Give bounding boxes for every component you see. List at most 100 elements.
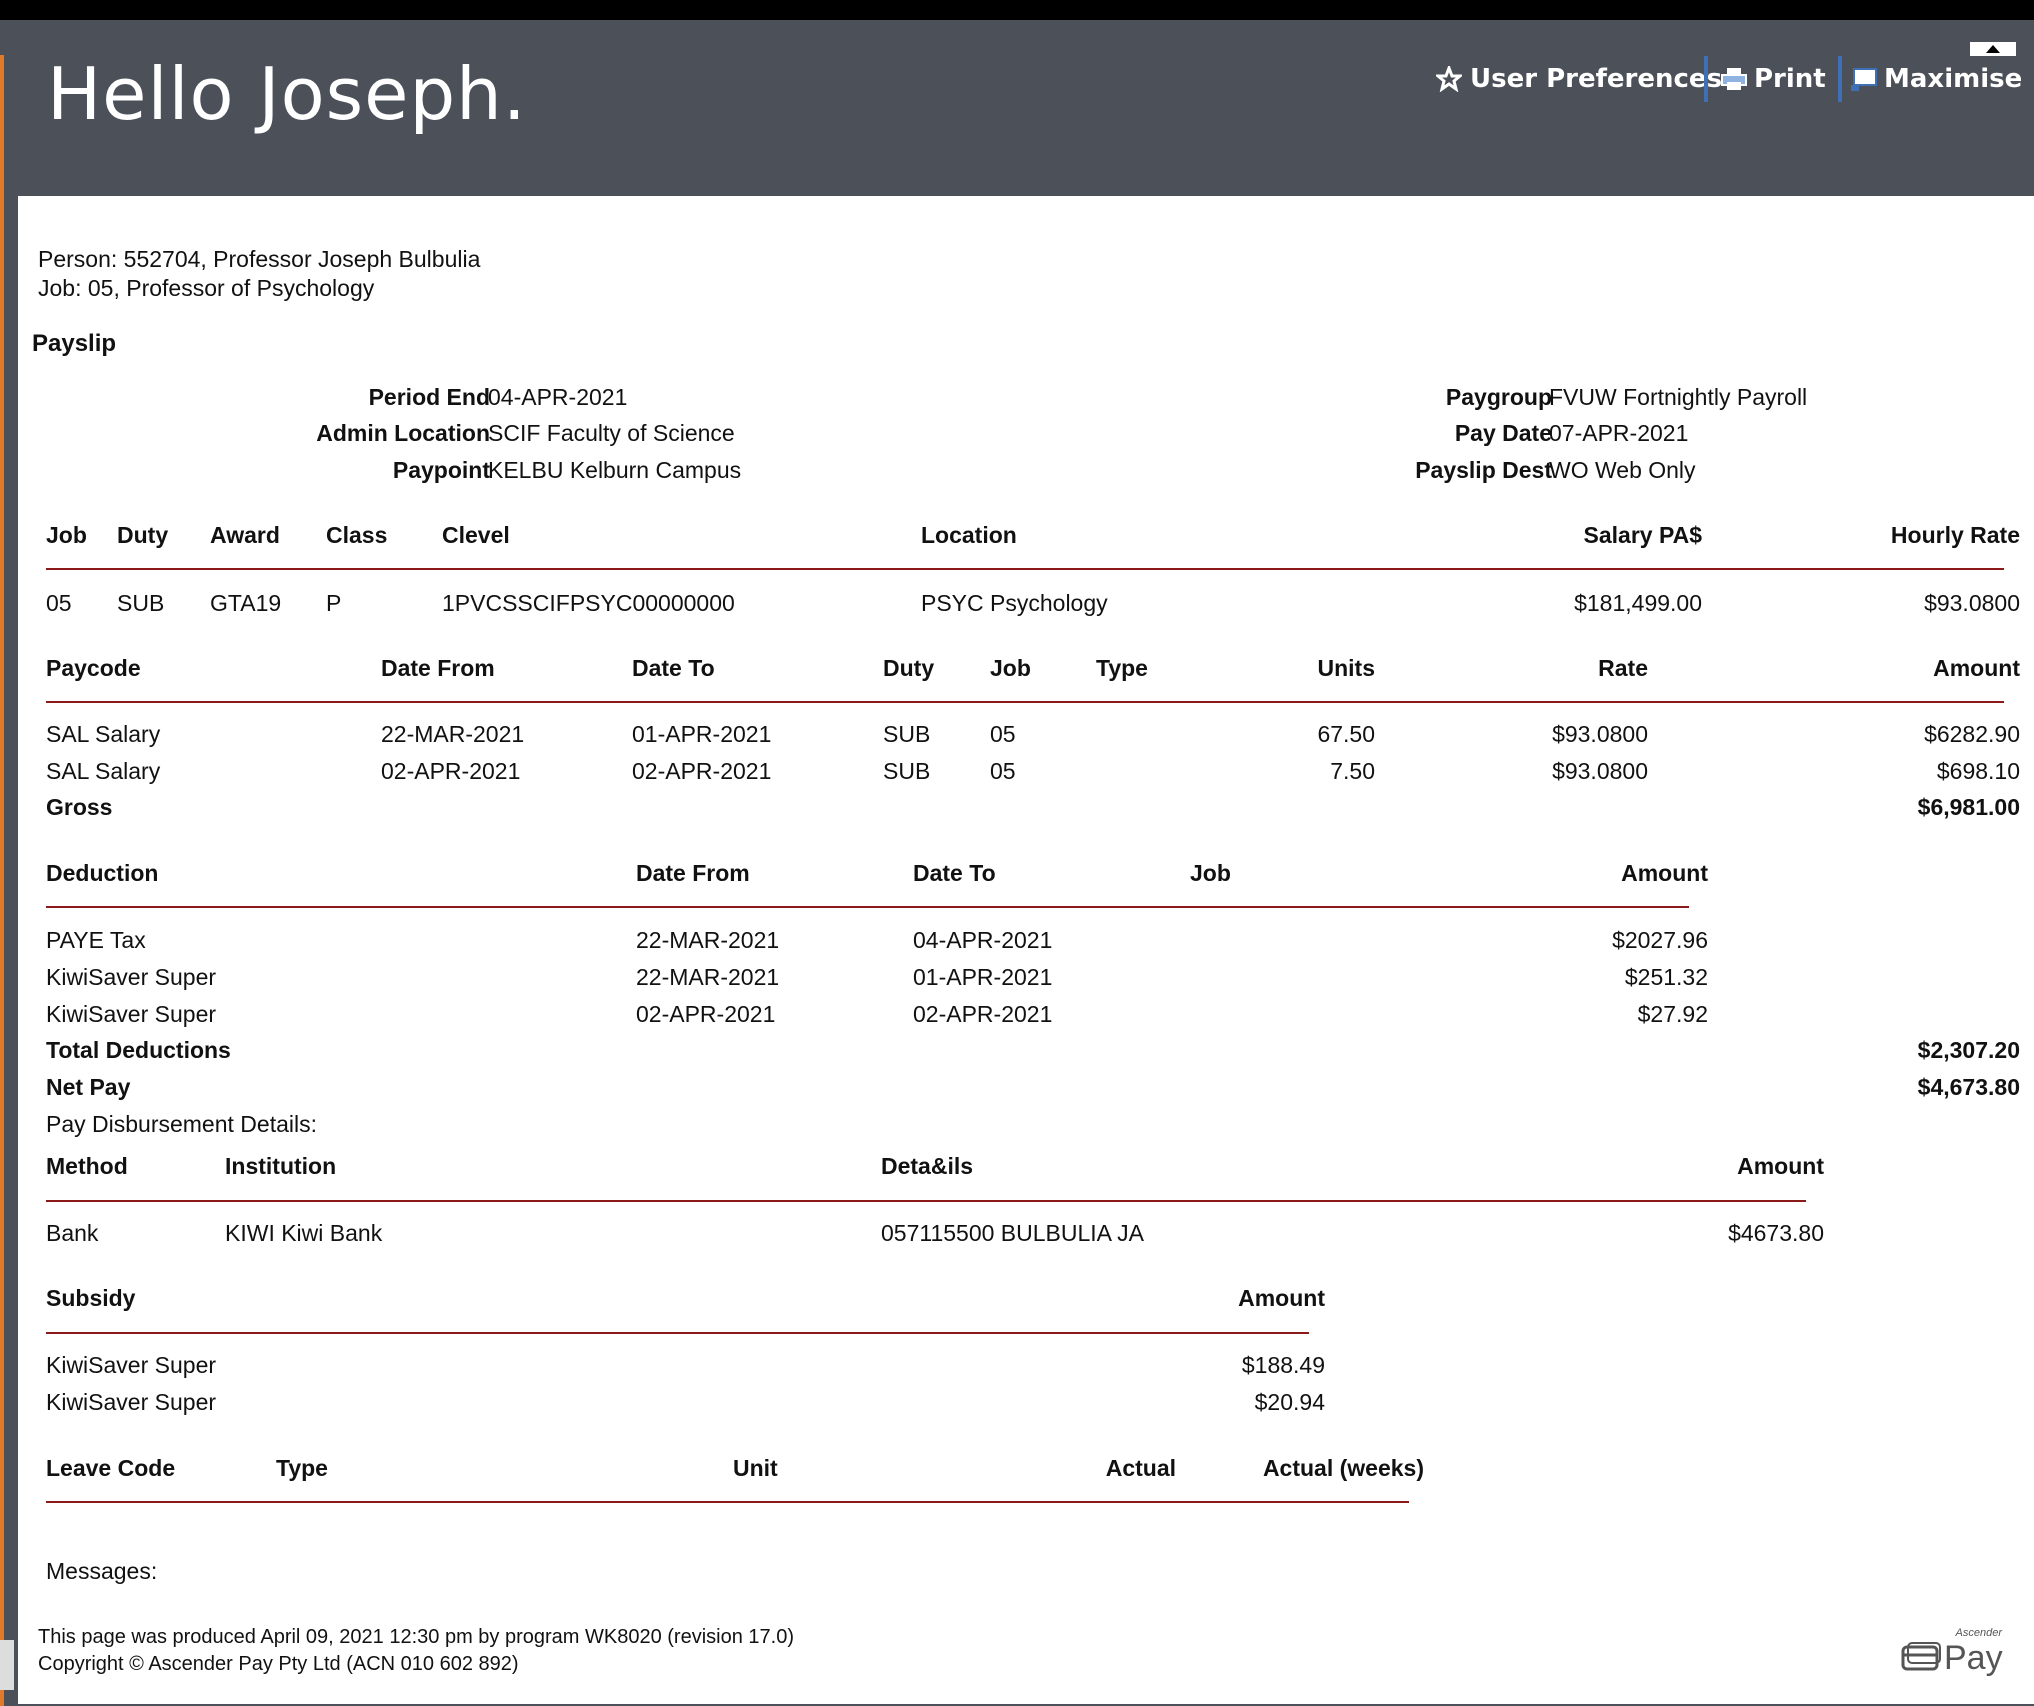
table-cell: SAL Salary (46, 758, 161, 784)
field-value: KELBU Kelburn Campus (488, 457, 742, 483)
table-cell: KiwiSaver Super (46, 1001, 217, 1027)
maximise-link[interactable]: Maximise (1850, 64, 2022, 94)
table-cell: SUB (883, 721, 931, 747)
job-line: Job: 05, Professor of Psychology (38, 275, 375, 301)
table-cell: $93.0800 (1924, 590, 2020, 616)
table-cell: 1PVCSSCIFPSYC00000000 (442, 590, 735, 616)
table-rule (46, 1332, 1309, 1334)
field-value: 07-APR-2021 (1549, 420, 1689, 446)
table-cell: 02-APR-2021 (381, 758, 521, 784)
col-header: Actual (1105, 1455, 1176, 1481)
table-cell: 02-APR-2021 (913, 1001, 1053, 1027)
user-preferences-label: User Preferences (1470, 64, 1723, 94)
table-cell: $27.92 (1637, 1001, 1708, 1027)
col-header: Duty (117, 522, 169, 548)
printer-icon (1720, 66, 1747, 92)
table-cell: P (326, 590, 342, 616)
net-pay-label: Net Pay (46, 1074, 131, 1100)
table-cell: 02-APR-2021 (636, 1001, 776, 1027)
field-value: WO Web Only (1549, 457, 1696, 483)
greeting-title: Hello Joseph. (47, 52, 527, 136)
header-separator (1838, 56, 1842, 102)
table-cell: 01-APR-2021 (632, 721, 772, 747)
table-cell: GTA19 (210, 590, 282, 616)
table-cell: PAYE Tax (46, 927, 146, 953)
col-header: Unit (733, 1455, 778, 1481)
net-pay-value: $4,673.80 (1917, 1074, 2020, 1100)
table-cell: SAL Salary (46, 721, 161, 747)
table-cell: 22-MAR-2021 (636, 964, 780, 990)
logo-big-text: Pay (1944, 1639, 2003, 1677)
col-header: Rate (1598, 655, 1648, 681)
table-cell: $93.0800 (1552, 721, 1648, 747)
table-cell: 01-APR-2021 (913, 964, 1053, 990)
person-line: Person: 552704, Professor Joseph Bulbuli… (38, 246, 481, 272)
table-cell: KIWI Kiwi Bank (225, 1220, 383, 1246)
table-cell: PSYC Psychology (921, 590, 1108, 616)
col-header: Duty (883, 655, 935, 681)
table-cell: 04-APR-2021 (913, 927, 1053, 953)
table-cell: $2027.96 (1612, 927, 1708, 953)
table-cell: $698.10 (1936, 758, 2020, 784)
table-rule (46, 1501, 1409, 1503)
col-header: Clevel (442, 522, 510, 548)
scroll-left-handle[interactable] (0, 1640, 14, 1690)
col-header: Type (276, 1455, 328, 1481)
maximise-label: Maximise (1884, 64, 2023, 94)
table-cell: $251.32 (1624, 964, 1708, 990)
col-header: Job (990, 655, 1031, 681)
gross-value: $6,981.00 (1917, 794, 2020, 820)
table-cell: $93.0800 (1552, 758, 1648, 784)
table-rule (46, 1200, 1806, 1202)
gross-label: Gross (46, 794, 113, 820)
payslip-heading: Payslip (32, 330, 117, 357)
table-cell: SUB (883, 758, 931, 784)
total-deductions-value: $2,307.20 (1917, 1037, 2020, 1063)
col-header: Class (326, 522, 388, 548)
table-cell: $181,499.00 (1574, 590, 1702, 616)
col-header: Salary PA$ (1583, 522, 1702, 548)
col-header: Amount (1621, 860, 1708, 886)
table-rule (46, 568, 2004, 570)
table-cell: Bank (46, 1220, 99, 1246)
table-cell: SUB (117, 590, 165, 616)
col-header: Job (1190, 860, 1231, 886)
maximise-icon (1850, 66, 1877, 92)
col-header: Amount (1238, 1285, 1325, 1311)
table-cell: 02-APR-2021 (632, 758, 772, 784)
collapse-header-button[interactable] (1970, 42, 2016, 56)
field-label: Admin Location (316, 420, 490, 446)
table-cell: 7.50 (1330, 758, 1375, 784)
star-icon (1433, 63, 1465, 93)
col-header: Institution (225, 1153, 337, 1179)
disbursement-title: Pay Disbursement Details: (46, 1111, 317, 1137)
col-header: Leave Code (46, 1455, 176, 1481)
messages-label: Messages: (46, 1558, 158, 1584)
table-cell: 67.50 (1317, 721, 1375, 747)
footer-produced: This page was produced April 09, 2021 12… (38, 1626, 794, 1648)
print-link[interactable]: Print (1720, 64, 1826, 94)
footer-copyright: Copyright © Ascender Pay Pty Ltd (ACN 01… (38, 1653, 519, 1675)
table-cell: 057115500 BULBULIA JA (881, 1220, 1144, 1246)
field-value: FVUW Fortnightly Payroll (1549, 384, 1808, 410)
user-preferences-link[interactable]: User Preferences (1433, 63, 1723, 94)
col-header: Deduction (46, 860, 159, 886)
window-edge (0, 55, 4, 1706)
col-header: Date From (636, 860, 750, 886)
table-cell: 22-MAR-2021 (381, 721, 525, 747)
table-cell: KiwiSaver Super (46, 1352, 217, 1378)
col-header: Amount (1737, 1153, 1824, 1179)
ascender-pay-logo: Ascender Pay (1900, 1625, 2010, 1680)
col-header: Actual (weeks) (1262, 1455, 1424, 1481)
col-header: Date To (632, 655, 715, 681)
card-icon (1901, 1642, 1941, 1671)
field-label: Paypoint (392, 457, 490, 483)
table-rule (46, 906, 1689, 908)
col-header: Job (46, 522, 87, 548)
field-label: Pay Date (1454, 420, 1552, 446)
print-label: Print (1754, 64, 1826, 94)
header-separator (1704, 56, 1708, 102)
col-header: Deta&ils (881, 1153, 974, 1179)
col-header: Units (1317, 655, 1376, 681)
col-header: Type (1096, 655, 1148, 681)
